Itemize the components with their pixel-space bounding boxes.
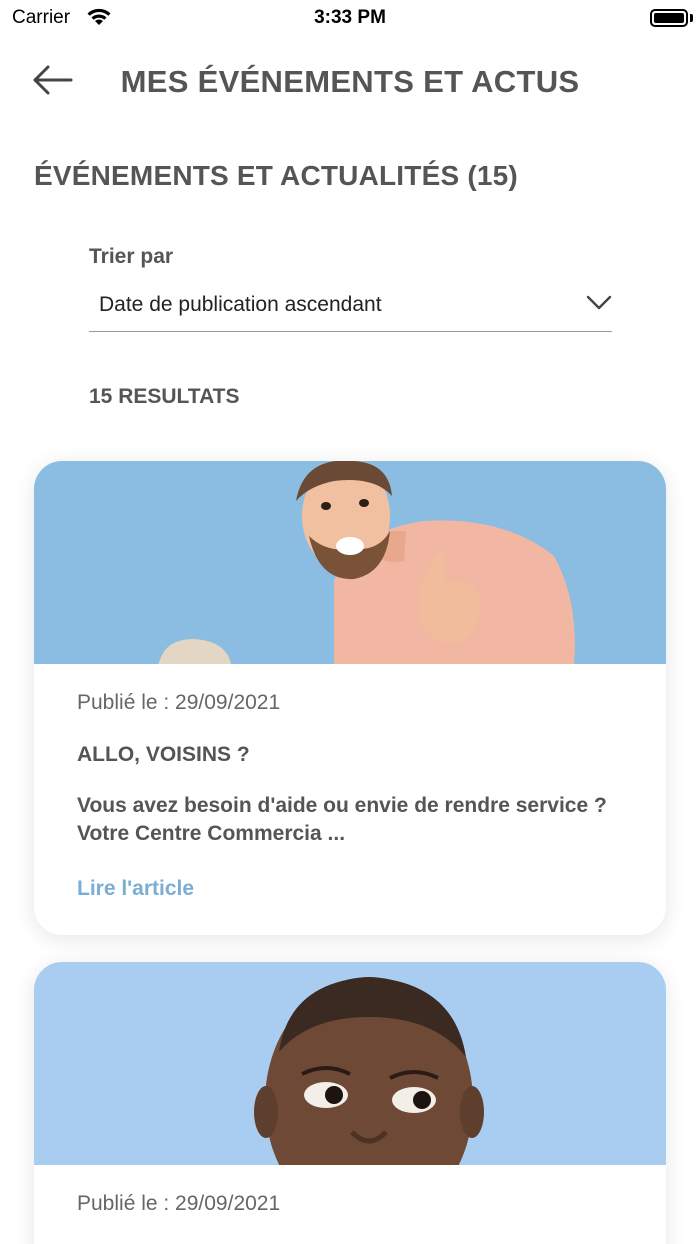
card-date: Publié le : 29/09/2021 <box>77 1192 281 1215</box>
card-excerpt-line: Votre Centre Commercia ... <box>77 822 346 845</box>
battery-tip <box>690 14 693 22</box>
card-image-woman-portrait <box>34 962 666 1165</box>
card-excerpt-line: Vous avez besoin d'aide ou envie de rend… <box>77 794 607 817</box>
card-title: ALLO, VOISINS ? <box>77 743 250 766</box>
sort-selected-value: Date de publication ascendant <box>99 293 382 316</box>
nav-header: MES ÉVÉNEMENTS ET ACTUS <box>0 50 700 114</box>
card-date: Publié le : 29/09/2021 <box>77 691 281 714</box>
news-card[interactable]: Publié le : 29/09/2021 <box>34 962 666 1244</box>
read-article-link[interactable]: Lire l'article <box>77 877 194 901</box>
battery-icon <box>650 9 688 27</box>
page-title: MES ÉVÉNEMENTS ET ACTUS <box>120 64 580 99</box>
card-excerpt: Vous avez besoin d'aide ou envie de rend… <box>77 792 637 848</box>
sort-label: Trier par <box>89 245 174 268</box>
sort-dropdown[interactable]: Date de publication ascendant <box>89 280 612 332</box>
news-card[interactable]: Publié le : 29/09/2021 ALLO, VOISINS ? V… <box>34 461 666 935</box>
results-count: 15 RESULTATS <box>89 385 240 408</box>
status-bar: Carrier 3:33 PM <box>0 0 700 40</box>
chevron-down-icon <box>586 294 612 317</box>
card-image-thumbs-up-man <box>34 461 666 664</box>
section-title: ÉVÉNEMENTS ET ACTUALITÉS (15) <box>34 160 518 191</box>
status-time: 3:33 PM <box>314 7 386 28</box>
